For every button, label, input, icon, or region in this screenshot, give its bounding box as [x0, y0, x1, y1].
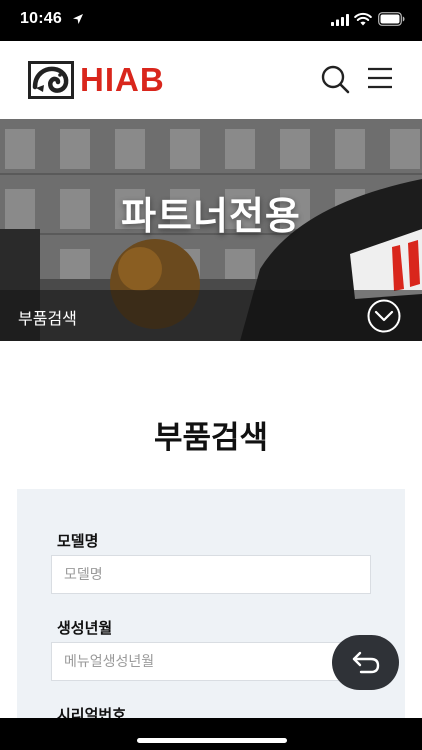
- section-selector[interactable]: 부품검색: [0, 290, 422, 341]
- ram-logo-icon: [28, 61, 74, 99]
- location-arrow-icon: [73, 14, 83, 24]
- back-arrow-icon: [352, 651, 380, 674]
- menu-icon[interactable]: [367, 67, 393, 89]
- battery-icon: [378, 12, 405, 26]
- home-indicator[interactable]: [137, 738, 287, 743]
- model-name-label: 모델명: [57, 532, 99, 550]
- home-indicator-bar: [0, 718, 422, 750]
- manual-date-input[interactable]: [51, 642, 371, 681]
- signal-icon: [331, 14, 349, 26]
- manual-date-label: 생성년월: [57, 619, 113, 637]
- hero-title: 파트너전용: [121, 194, 301, 238]
- search-icon[interactable]: [320, 64, 350, 94]
- status-bar: 10:46: [0, 0, 422, 41]
- screen: 10:46 HIAB 파트너전용 부품검색 부품검색 모델명 모델명 생성년월 …: [0, 0, 422, 750]
- status-time: 10:46: [20, 10, 62, 27]
- site-header: HIAB: [0, 41, 422, 119]
- hero-banner: 파트너전용 부품검색: [0, 119, 422, 341]
- wifi-icon: [354, 12, 372, 26]
- hiab-logo[interactable]: HIAB: [28, 59, 165, 101]
- model-name-input[interactable]: [51, 555, 371, 594]
- section-selector-label: 부품검색: [18, 309, 77, 328]
- chevron-down-icon[interactable]: [367, 299, 401, 333]
- page-title: 부품검색: [153, 420, 269, 456]
- logo-text: HIAB: [80, 61, 165, 98]
- parts-search-form: 모델명 생성년월 시리얼번호: [17, 489, 405, 750]
- back-button[interactable]: [332, 635, 399, 690]
